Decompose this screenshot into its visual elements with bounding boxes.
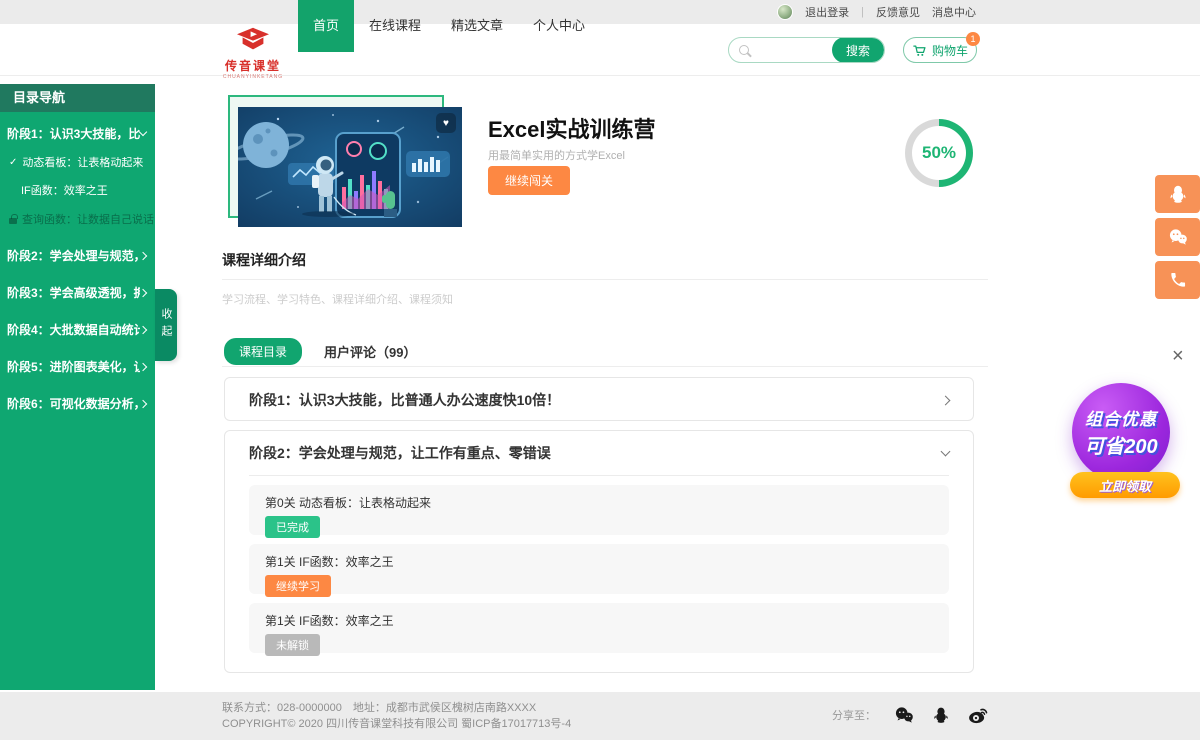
check-icon: ✓ xyxy=(9,157,17,168)
search-input[interactable] xyxy=(749,38,832,62)
accordion-stage-1: 阶段1：认识3大技能，比普通人办公速度快10倍！ xyxy=(224,377,974,421)
detail-description: 学习流程、学习特色、课程详细介绍、课程须知 xyxy=(222,291,453,307)
promo-text-line2: 可省200 xyxy=(1084,430,1157,459)
cart-icon xyxy=(912,43,927,58)
continue-challenge-button[interactable]: 继续闯关 xyxy=(488,166,570,195)
sidebar-stage-1[interactable]: 阶段1：认识3大技能，比普通人... xyxy=(0,125,155,142)
sidebar-lesson-done[interactable]: ✓ 动态看板：让表格动起来 xyxy=(0,154,155,170)
lock-icon xyxy=(9,218,17,224)
qq-contact-button[interactable] xyxy=(1155,175,1200,213)
lesson-card: 第1关 IF函数：效率之王 继续学习 xyxy=(249,544,949,594)
share-wechat-icon[interactable] xyxy=(893,704,915,726)
course-cover[interactable]: ♥ xyxy=(238,107,462,227)
chevron-right-icon xyxy=(139,288,147,296)
footer-share: 分享至： xyxy=(832,704,989,726)
tab-comments[interactable]: 用户评论（99） xyxy=(324,342,416,361)
topbar-divider: | xyxy=(861,6,864,18)
progress-value: 50% xyxy=(912,126,966,180)
cart-count-badge: 1 xyxy=(966,32,980,46)
message-center-link[interactable]: 消息中心 xyxy=(932,4,976,20)
sidebar-stage-6[interactable]: 阶段6：可视化数据分析，帮老板... xyxy=(0,395,155,412)
sidebar-collapse-handle[interactable]: 收起 xyxy=(155,289,177,361)
search-bar: 搜索 xyxy=(728,37,885,63)
footer-contact: 联系方式：028-0000000 地址：成都市武侯区槐树店南路XXXX xyxy=(222,700,571,716)
nav-item-articles[interactable]: 精选文章 xyxy=(436,0,518,52)
favorite-heart-icon[interactable]: ♥ xyxy=(436,113,456,133)
share-label: 分享至： xyxy=(832,707,876,723)
detail-section-heading: 课程详细介绍 xyxy=(222,250,306,270)
chevron-right-icon xyxy=(139,362,147,370)
chevron-down-icon xyxy=(139,128,147,136)
accordion-stage-2-header[interactable]: 阶段2：学会处理与规范，让工作有重点、零错误 xyxy=(225,431,973,475)
user-avatar[interactable] xyxy=(777,4,793,20)
wechat-contact-button[interactable] xyxy=(1155,218,1200,256)
sidebar-lesson-locked: 查询函数：让数据自己说话 xyxy=(0,211,155,227)
qq-icon xyxy=(1168,184,1188,204)
promo-claim-button[interactable]: 立即领取 xyxy=(1070,472,1180,498)
lesson-card: 第0关 动态看板：让表格动起来 已完成 xyxy=(249,485,949,535)
lesson-completed-button[interactable]: 已完成 xyxy=(265,516,320,538)
site-logo[interactable]: 传音课堂 CHUANYINKETANG xyxy=(222,27,284,80)
sidebar-title: 目录导航 xyxy=(0,84,155,112)
footer-copyright: COPYRIGHT© 2020 四川传音课堂科技有限公司 蜀ICP备170177… xyxy=(222,716,571,732)
promo-badge[interactable]: 组合优惠 可省200 xyxy=(1072,383,1170,481)
sidebar-lesson-current[interactable]: IF函数：效率之王 xyxy=(0,182,155,198)
lesson-locked-button: 未解锁 xyxy=(265,634,320,656)
promo-text-line1: 组合优惠 xyxy=(1085,405,1157,430)
course-tabs: 课程目录 用户评论（99） xyxy=(224,338,416,365)
chevron-right-icon xyxy=(139,325,147,333)
tabs-divider xyxy=(222,366,988,367)
share-weibo-icon[interactable] xyxy=(967,704,989,726)
cart-label: 购物车 xyxy=(932,42,968,59)
lesson-card: 第1关 IF函数：效率之王 未解锁 xyxy=(249,603,949,653)
course-title: Excel实战训练营 xyxy=(488,112,656,144)
nav-item-home[interactable]: 首页 xyxy=(298,0,354,52)
share-qq-icon[interactable] xyxy=(932,705,950,725)
nav-item-courses[interactable]: 在线课程 xyxy=(354,0,436,52)
sidebar-stage-3[interactable]: 阶段3：学会高级透视，拥有同时... xyxy=(0,284,155,301)
catalog-sidebar: 目录导航 阶段1：认识3大技能，比普通人... ✓ 动态看板：让表格动起来 IF… xyxy=(0,84,155,690)
logo-icon xyxy=(234,27,272,56)
page-footer: 联系方式：028-0000000 地址：成都市武侯区槐树店南路XXXX COPY… xyxy=(0,692,1200,740)
nav-menu: 首页 在线课程 精选文章 个人中心 xyxy=(298,0,600,52)
search-icon xyxy=(739,45,749,55)
accordion-stage-1-header[interactable]: 阶段1：认识3大技能，比普通人办公速度快10倍！ xyxy=(225,378,973,422)
nav-item-profile[interactable]: 个人中心 xyxy=(518,0,600,52)
course-cover-illustration xyxy=(238,107,462,227)
chevron-right-icon xyxy=(139,399,147,407)
logo-subtitle: CHUANYINKETANG xyxy=(223,74,283,80)
phone-icon xyxy=(1169,271,1187,289)
sidebar-stage-5[interactable]: 阶段5：进阶图表美化，让汇报一... xyxy=(0,358,155,375)
search-button[interactable]: 搜索 xyxy=(832,37,884,63)
progress-ring: 50% xyxy=(905,119,973,187)
promo-close-icon[interactable]: × xyxy=(1172,346,1184,366)
wechat-icon xyxy=(1167,226,1189,248)
tab-catalog[interactable]: 课程目录 xyxy=(224,338,302,365)
section-divider xyxy=(222,279,988,280)
logout-link[interactable]: 退出登录 xyxy=(805,4,849,20)
logo-title: 传音课堂 xyxy=(225,57,281,74)
course-subtitle: 用最简单实用的方式学Excel xyxy=(488,147,625,163)
feedback-link[interactable]: 反馈意见 xyxy=(876,4,920,20)
cart-button[interactable]: 购物车 1 xyxy=(903,37,977,63)
chevron-down-icon xyxy=(941,446,951,456)
accordion-stage-2: 阶段2：学会处理与规范，让工作有重点、零错误 第0关 动态看板：让表格动起来 已… xyxy=(224,430,974,673)
chevron-right-icon xyxy=(941,395,951,405)
lesson-continue-button[interactable]: 继续学习 xyxy=(265,575,331,597)
sidebar-stage-2[interactable]: 阶段2：学会处理与规范，让工作... xyxy=(0,247,155,264)
phone-contact-button[interactable] xyxy=(1155,261,1200,299)
floating-contact-stack xyxy=(1155,175,1200,299)
chevron-right-icon xyxy=(139,251,147,259)
sidebar-stage-4[interactable]: 阶段4：大批数据自动统计分析，... xyxy=(0,321,155,338)
